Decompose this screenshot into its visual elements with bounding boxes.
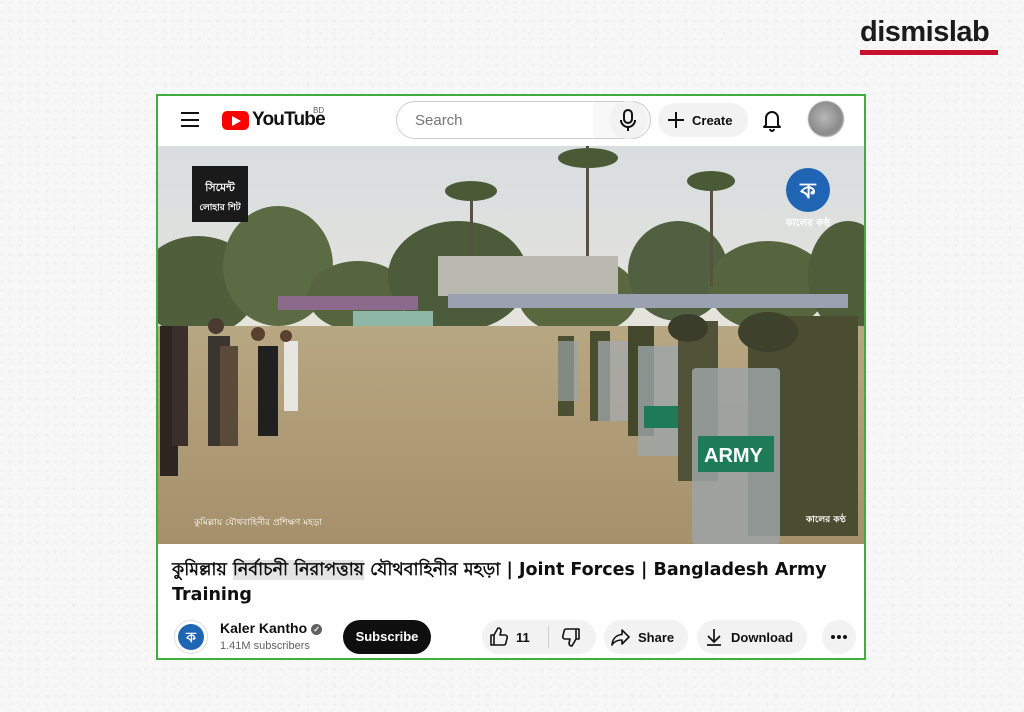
- more-actions-button[interactable]: [822, 620, 856, 654]
- share-icon: [611, 629, 630, 646]
- bell-icon: [763, 111, 781, 132]
- channel-logo-icon: ক: [178, 624, 204, 650]
- share-label: Share: [638, 629, 675, 645]
- banner-row: [448, 294, 848, 308]
- menu-icon[interactable]: [181, 112, 199, 127]
- title-highlight: নির্বাচনী নিরাপত্তায়: [232, 560, 365, 580]
- share-button[interactable]: Share: [604, 620, 688, 654]
- channel-name-text: Kaler Kantho: [220, 620, 308, 636]
- building: [438, 256, 618, 296]
- video-caption: কুমিল্লায় যৌথবাহিনীর প্রশিক্ষণ মহড়া: [193, 516, 322, 528]
- brand-underline: [860, 50, 998, 55]
- channel-name[interactable]: Kaler Kantho ✓: [220, 620, 323, 636]
- thumbs-down-icon: [561, 628, 580, 647]
- video-player[interactable]: ARMY সিমেন্ট লোহার শিট ক কালের কণ্ঠ কুমি…: [158, 146, 864, 544]
- brand-logo: dismislab: [860, 16, 1000, 55]
- svg-text:ক: ক: [185, 630, 197, 646]
- like-button[interactable]: 11: [482, 620, 548, 654]
- dislike-button[interactable]: [549, 620, 595, 654]
- like-count: 11: [516, 629, 530, 645]
- title-part-1: কুমিল্লায়: [172, 560, 233, 580]
- channel-avatar[interactable]: ক: [174, 620, 208, 654]
- download-button[interactable]: Download: [697, 620, 807, 654]
- video-title: কুমিল্লায় নির্বাচনী নিরাপত্তায় যৌথবাহি…: [172, 558, 852, 608]
- watermark-glyph: ক: [799, 179, 817, 204]
- download-icon: [707, 629, 721, 646]
- video-corner-logo: কালের কণ্ঠ: [805, 513, 847, 525]
- country-code: BD: [313, 106, 325, 115]
- search-box: [396, 101, 594, 139]
- video-frame: ARMY সিমেন্ট লোহার শিট ক কালের কণ্ঠ কুমি…: [158, 146, 864, 544]
- sponsor-overlay: [192, 166, 248, 222]
- subscriber-count: 1.41M subscribers: [220, 640, 310, 652]
- youtube-logo[interactable]: YouTube: [222, 109, 326, 131]
- subscribe-button[interactable]: Subscribe: [343, 620, 431, 654]
- search-input[interactable]: [413, 111, 567, 130]
- youtube-top-bar: YouTube BD Create: [158, 96, 864, 146]
- sponsor-line-1: সিমেন্ট: [204, 180, 236, 194]
- stall-canopy: [278, 296, 418, 310]
- thumbs-up-icon: [490, 627, 509, 646]
- create-button[interactable]: Create: [658, 103, 748, 137]
- verified-icon: ✓: [311, 624, 323, 635]
- youtube-play-icon: [222, 110, 249, 130]
- account-avatar[interactable]: [808, 101, 844, 137]
- like-dislike-group: 11: [482, 620, 596, 654]
- voice-search-button[interactable]: [609, 101, 647, 139]
- shield-label: ARMY: [704, 445, 764, 467]
- channel-watermark-text: কালের কণ্ঠ: [785, 216, 831, 229]
- download-label: Download: [731, 629, 794, 645]
- brand-name: dismislab: [860, 16, 990, 48]
- more-horizontal-icon: [831, 635, 847, 639]
- youtube-screenshot-frame: YouTube BD Create: [156, 94, 866, 660]
- create-label: Create: [692, 112, 733, 128]
- microphone-icon: [620, 109, 636, 131]
- notifications-button[interactable]: [756, 104, 788, 136]
- plus-icon: [668, 112, 684, 128]
